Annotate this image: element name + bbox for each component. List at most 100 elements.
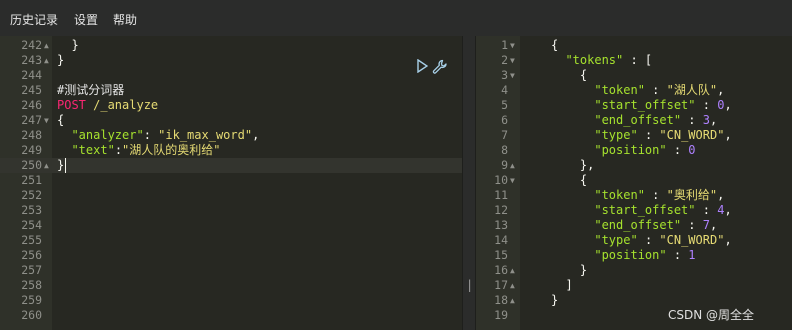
code-line: }: [57, 53, 64, 68]
line-number: 16: [494, 263, 508, 277]
json-punctuation: [551, 203, 594, 217]
line-number: 258: [21, 278, 42, 292]
json-punctuation: {: [551, 68, 588, 82]
code-line: "start_offset" : 0,: [551, 98, 731, 113]
json-key: "end_offset": [594, 113, 682, 127]
json-punctuation: ,: [709, 113, 718, 127]
request-editor[interactable]: 242 ▲ } 243 ▲} 244 245 #测试分词器 246 POST /_analyze…: [0, 36, 462, 330]
line-number: 247: [21, 113, 42, 127]
line-number: 5: [501, 98, 508, 112]
json-punctuation: ,: [724, 128, 732, 142]
line-number: 2: [501, 53, 508, 67]
line-number: 15: [494, 248, 508, 262]
fold-arrow-icon[interactable]: ▼: [510, 173, 518, 188]
line-number: 10: [494, 173, 508, 187]
json-key: "end_offset": [594, 218, 682, 232]
unfold-arrow-icon[interactable]: ▲: [510, 293, 518, 308]
code-line: }: [57, 158, 64, 173]
code-line: "position" : 0: [551, 143, 696, 158]
line-number: 255: [21, 233, 42, 247]
line-number: 246: [21, 98, 42, 112]
line-number: 254: [21, 218, 42, 232]
unfold-arrow-icon[interactable]: ▲: [510, 278, 518, 293]
line-number: 9: [501, 158, 508, 172]
json-punctuation: :: [695, 203, 718, 217]
code-line: #测试分词器: [57, 83, 124, 98]
json-punctuation: :: [644, 188, 667, 202]
json-punctuation: [551, 98, 594, 112]
line-number: 245: [21, 83, 42, 97]
menu-help[interactable]: 帮助: [113, 11, 137, 28]
json-punctuation: :: [644, 83, 667, 97]
json-punctuation: ,: [709, 218, 718, 232]
line-number: 14: [494, 233, 508, 247]
line-number: 19: [494, 308, 508, 322]
line-number: 260: [21, 308, 42, 322]
json-number: 1: [688, 248, 696, 262]
comment-text: #测试分词器: [57, 83, 125, 97]
line-number: 244: [21, 68, 42, 82]
json-key: "type": [594, 233, 638, 247]
json-number: 7: [702, 218, 710, 232]
menu-history[interactable]: 历史记录: [10, 11, 58, 28]
play-icon[interactable]: [416, 58, 429, 76]
code-line: "start_offset" : 4,: [551, 203, 731, 218]
fold-arrow-icon[interactable]: ▼: [510, 38, 518, 53]
json-key: "type": [594, 128, 638, 142]
code-line: "token" : "湖人队",: [551, 83, 724, 98]
json-key: "start_offset": [594, 98, 696, 112]
json-punctuation: [551, 113, 594, 127]
json-key: "token": [594, 188, 645, 202]
unfold-arrow-icon[interactable]: ▲: [44, 38, 52, 53]
line-number: 252: [21, 188, 42, 202]
json-number: 0: [688, 143, 696, 157]
fold-arrow-icon[interactable]: ▼: [44, 113, 52, 128]
response-viewer: 1 ▼{2 ▼ "tokens" : [3 ▼ {4 "token" : "湖人队",…: [476, 36, 792, 330]
line-number: 18: [494, 293, 508, 307]
fold-arrow-icon[interactable]: ▼: [510, 53, 518, 68]
json-value: "湖人队的奥利给": [122, 143, 221, 157]
line-number: 6: [501, 113, 508, 127]
watermark: CSDN @周全全: [668, 308, 755, 322]
active-line-highlight: [0, 158, 462, 173]
menu-settings[interactable]: 设置: [74, 11, 98, 28]
line-number: 3: [501, 68, 508, 82]
line-number: 250: [21, 158, 42, 172]
code-line: }: [551, 293, 558, 308]
line-number: 8: [501, 143, 508, 157]
json-key: "start_offset": [594, 203, 696, 217]
unfold-arrow-icon[interactable]: ▲: [510, 158, 518, 173]
unfold-arrow-icon[interactable]: ▲: [44, 53, 52, 68]
json-punctuation: ,: [717, 188, 725, 202]
json-punctuation: :: [637, 128, 660, 142]
json-punctuation: :: [695, 98, 718, 112]
fold-arrow-icon[interactable]: ▼: [510, 68, 518, 83]
code-line: ]: [551, 278, 572, 293]
text-cursor: [65, 158, 66, 173]
code-line: {: [551, 38, 558, 53]
json-punctuation: }: [551, 263, 588, 277]
json-string: "湖人队": [666, 83, 718, 97]
unfold-arrow-icon[interactable]: ▲: [44, 158, 52, 173]
code-line: }: [57, 38, 78, 53]
code-text: }: [57, 158, 65, 172]
json-punctuation: :: [666, 143, 689, 157]
line-number: 242: [21, 38, 42, 52]
json-punctuation: ,: [252, 128, 260, 142]
json-key: "token": [594, 83, 645, 97]
pane-divider[interactable]: ||: [462, 36, 480, 330]
json-key: "tokens": [565, 53, 624, 67]
json-key: "analyzer": [71, 128, 144, 142]
line-number: 248: [21, 128, 42, 142]
json-punctuation: },: [551, 158, 595, 172]
json-punctuation: [551, 53, 565, 67]
unfold-arrow-icon[interactable]: ▲: [510, 263, 518, 278]
line-number: 253: [21, 203, 42, 217]
json-punctuation: [551, 188, 594, 202]
line-number: 1: [501, 38, 508, 52]
json-string: "CN_WORD": [659, 233, 725, 247]
wrench-icon[interactable]: [432, 59, 448, 78]
json-number: 3: [702, 113, 710, 127]
code-text: {: [57, 113, 65, 127]
json-punctuation: [551, 83, 594, 97]
